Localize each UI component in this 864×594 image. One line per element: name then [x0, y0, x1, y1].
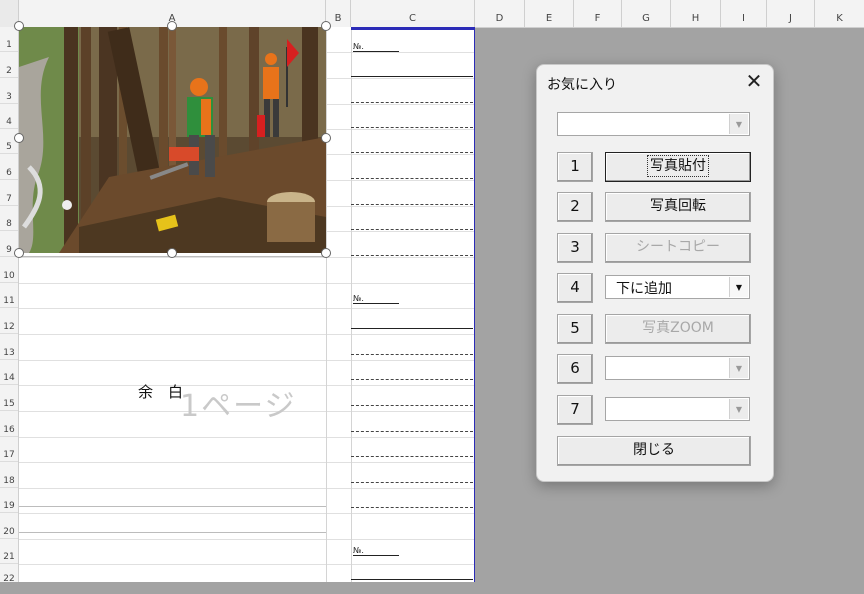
row-header[interactable]: 19	[0, 488, 18, 513]
favorite-6-select[interactable]: ▼	[605, 356, 750, 380]
forest-photo-graphic	[19, 27, 326, 253]
resize-handle-top-right[interactable]	[321, 21, 331, 31]
favorite-4-number-button[interactable]: 4	[557, 273, 593, 303]
row-header-bar: 1 2 3 4 5 6 7 8 9 10 11 12 13 14 15 16 1…	[0, 27, 19, 584]
chevron-down-icon[interactable]: ▼	[729, 399, 748, 419]
column-header-j[interactable]: J	[767, 0, 815, 27]
page-break-border	[474, 27, 475, 582]
favorite-2-number-button[interactable]: 2	[557, 192, 593, 222]
column-header-bar: A B C D E F G H I J K	[0, 0, 864, 28]
sheet-copy-button[interactable]: シートコピー	[605, 233, 751, 263]
row-header[interactable]: 14	[0, 360, 18, 385]
row-header[interactable]: 21	[0, 539, 18, 564]
chevron-down-icon[interactable]: ▼	[729, 114, 748, 134]
resize-handle-top-left[interactable]	[14, 21, 24, 31]
row-header[interactable]: 17	[0, 437, 18, 462]
column-header-i[interactable]: I	[721, 0, 767, 27]
inserted-photo-forestry[interactable]	[19, 27, 326, 253]
chevron-down-icon[interactable]: ▼	[729, 358, 748, 378]
chevron-down-icon[interactable]: ▼	[729, 277, 748, 297]
row-header[interactable]: 3	[0, 78, 18, 104]
row-header[interactable]: 15	[0, 385, 18, 411]
row-header[interactable]: 4	[0, 104, 18, 129]
close-dialog-button[interactable]: 閉じる	[557, 436, 751, 466]
column-header-k[interactable]: K	[815, 0, 864, 27]
paste-photo-button[interactable]: 写真貼付	[605, 152, 751, 182]
column-header-g[interactable]: G	[622, 0, 671, 27]
favorite-7-number-button[interactable]: 7	[557, 395, 593, 425]
favorites-select[interactable]: ▼	[557, 112, 750, 136]
row-header[interactable]: 10	[0, 257, 18, 283]
row-header[interactable]: 6	[0, 154, 18, 180]
cell-border	[19, 532, 326, 533]
row-header[interactable]: 13	[0, 334, 18, 360]
row-header[interactable]: 7	[0, 180, 18, 206]
row-header[interactable]: 22	[0, 564, 18, 584]
blank-margin-label: 余 白	[138, 383, 184, 401]
resize-handle-top[interactable]	[167, 21, 177, 31]
favorites-dialog: お気に入り ✕ ▼ 1 写真貼付 2 写真回転 3 シートコピー 4 下に追加 …	[536, 64, 774, 482]
photo-zoom-button[interactable]: 写真ZOOM	[605, 314, 751, 344]
column-header-e[interactable]: E	[525, 0, 574, 27]
column-header-f[interactable]: F	[574, 0, 622, 27]
add-below-select[interactable]: 下に追加 ▼	[605, 275, 750, 299]
paste-photo-label: 写真貼付	[647, 155, 709, 177]
column-header-h[interactable]: H	[671, 0, 721, 27]
row-header[interactable]: 20	[0, 513, 18, 539]
memo-number-label: №.	[353, 294, 399, 304]
row-header[interactable]: 12	[0, 308, 18, 334]
resize-handle-bottom-right[interactable]	[321, 248, 331, 258]
row-header[interactable]: 2	[0, 52, 18, 78]
rotate-photo-button[interactable]: 写真回転	[605, 192, 751, 222]
page-number-watermark: 1ページ	[180, 389, 297, 424]
close-icon[interactable]: ✕	[743, 71, 765, 93]
favorite-3-number-button[interactable]: 3	[557, 233, 593, 263]
resize-handle-left[interactable]	[14, 133, 24, 143]
dialog-title: お気に入り	[547, 77, 617, 93]
row-header[interactable]: 11	[0, 283, 18, 308]
favorite-5-number-button[interactable]: 5	[557, 314, 593, 344]
column-header-c[interactable]: C	[351, 0, 475, 27]
add-below-select-value: 下に追加	[616, 281, 672, 297]
resize-handle-bottom[interactable]	[167, 248, 177, 258]
memo-number-label: №.	[353, 42, 399, 52]
row-header[interactable]: 1	[0, 27, 18, 52]
page-top-border	[351, 27, 475, 30]
row-header[interactable]: 8	[0, 206, 18, 231]
memo-number-label: №.	[353, 546, 399, 556]
favorite-7-select[interactable]: ▼	[605, 397, 750, 421]
column-header-d[interactable]: D	[475, 0, 525, 27]
row-header[interactable]: 16	[0, 411, 18, 437]
cell-border	[19, 506, 326, 507]
favorite-6-number-button[interactable]: 6	[557, 354, 593, 384]
worksheet-grid[interactable]: №. №. №. 余 白 1ページ	[19, 27, 475, 582]
resize-handle-right[interactable]	[321, 133, 331, 143]
favorite-1-number-button[interactable]: 1	[557, 152, 593, 182]
resize-handle-bottom-left[interactable]	[14, 248, 24, 258]
row-header[interactable]: 18	[0, 462, 18, 488]
